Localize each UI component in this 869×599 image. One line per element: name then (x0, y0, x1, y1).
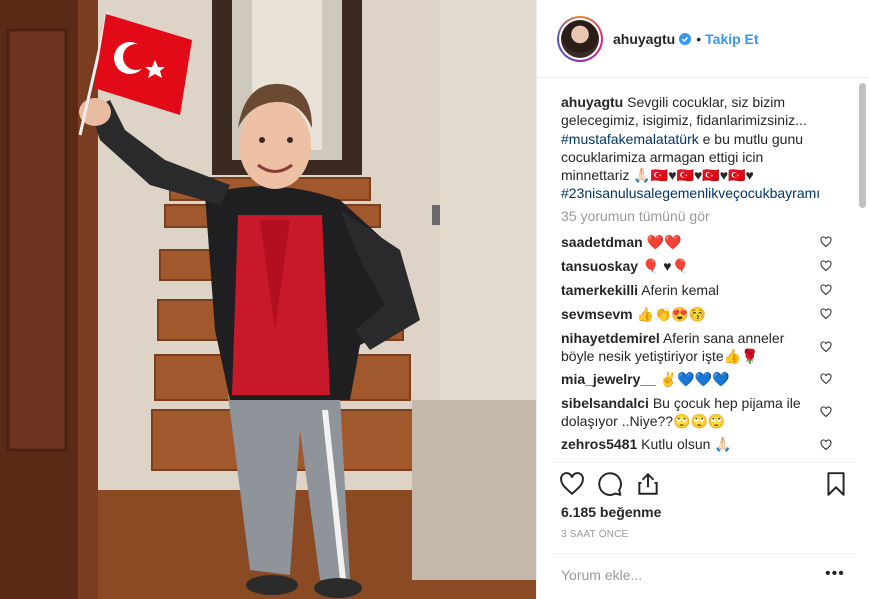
comment-item: zehros5481 Kutlu olsun 🙏🏻 (561, 435, 821, 453)
comment-like-heart-icon[interactable] (820, 439, 832, 451)
comment-text: 🎈 ♥🎈 (641, 258, 690, 274)
post-caption: ahuyagtu Sevgili cocuklar, siz bizim gel… (561, 93, 833, 203)
comment-text: 👍👏😍😚 (636, 306, 707, 322)
post-header: ahuyagtu • Takip Et (537, 0, 869, 78)
hashtag-link[interactable]: #mustafakemalatatürk (561, 131, 699, 147)
like-count[interactable]: 6.185 beğenme (561, 504, 661, 520)
comment-username[interactable]: tansuoskay (561, 258, 638, 274)
comment-like-heart-icon[interactable] (820, 341, 832, 353)
add-comment-bar: ••• (553, 553, 856, 595)
verified-badge-icon (679, 33, 692, 45)
share-icon[interactable] (635, 471, 661, 497)
follow-button[interactable]: Takip Et (705, 31, 758, 47)
comment-username[interactable]: tamerkekilli (561, 282, 638, 298)
separator-dot: • (696, 31, 702, 47)
comment-item: mia_jewelry__ ✌️💙💙💙 (561, 370, 821, 388)
scrollbar-thumb[interactable] (859, 83, 866, 208)
post-photo[interactable] (0, 0, 536, 599)
comment-like-heart-icon[interactable] (820, 260, 832, 272)
post-timestamp[interactable]: 3 SAAT ÖNCE (561, 529, 628, 540)
comment-text: Kutlu olsun 🙏🏻 (641, 436, 732, 452)
comment-text: Aferin kemal (641, 282, 719, 298)
comment-icon[interactable] (597, 471, 623, 497)
comment-username[interactable]: sibelsandalci (561, 395, 649, 411)
post-panel: ahuyagtu • Takip Et ahuyagtu Sevgili cocuk… (536, 0, 869, 599)
header-username[interactable]: ahuyagtu (613, 31, 675, 47)
header-user-row: ahuyagtu • Takip Et (613, 31, 759, 47)
bookmark-icon[interactable] (823, 471, 849, 497)
photo-illustration (0, 0, 536, 599)
comment-username[interactable]: nihayetdemirel (561, 330, 660, 346)
comment-item: sibelsandalci Bu çocuk hep pijama ile do… (561, 394, 821, 430)
comment-text: ❤️❤️ (646, 234, 682, 250)
comment-like-heart-icon[interactable] (820, 284, 832, 296)
avatar[interactable] (557, 16, 603, 62)
heart-icon[interactable] (559, 471, 585, 497)
comment-like-heart-icon[interactable] (820, 236, 832, 248)
comment-input[interactable] (561, 564, 801, 586)
comment-item: sevmsevm 👍👏😍😚 (561, 305, 821, 323)
comment-like-heart-icon[interactable] (820, 406, 832, 418)
comments-scrollbar[interactable] (859, 83, 866, 453)
comment-like-heart-icon[interactable] (820, 308, 832, 320)
comments-section[interactable]: ahuyagtu Sevgili cocuklar, siz bizim gel… (537, 79, 869, 458)
caption-username[interactable]: ahuyagtu (561, 94, 623, 110)
comment-item: nihayetdemirel Aferin sana anneler böyle… (561, 329, 821, 365)
more-options-icon[interactable]: ••• (825, 565, 845, 583)
comment-username[interactable]: zehros5481 (561, 436, 637, 452)
comment-like-heart-icon[interactable] (820, 373, 832, 385)
hashtag-link-2[interactable]: #23nisanulusalegemenlikveçocukbayramı (561, 185, 820, 201)
comment-username[interactable]: saadetdman (561, 234, 643, 250)
comment-username[interactable]: mia_jewelry__ (561, 371, 656, 387)
view-all-comments-link[interactable]: 35 yorumun tümünü gör (561, 208, 710, 224)
comment-text: ✌️💙💙💙 (659, 371, 730, 387)
comment-username[interactable]: sevmsevm (561, 306, 633, 322)
post-actions: 6.185 beğenme 3 SAAT ÖNCE ••• (553, 462, 856, 594)
comment-item: tamerkekilli Aferin kemal (561, 281, 821, 299)
avatar-image (561, 20, 599, 58)
comment-item: tansuoskay 🎈 ♥🎈 (561, 257, 821, 275)
comment-item: saadetdman ❤️❤️ (561, 233, 821, 251)
